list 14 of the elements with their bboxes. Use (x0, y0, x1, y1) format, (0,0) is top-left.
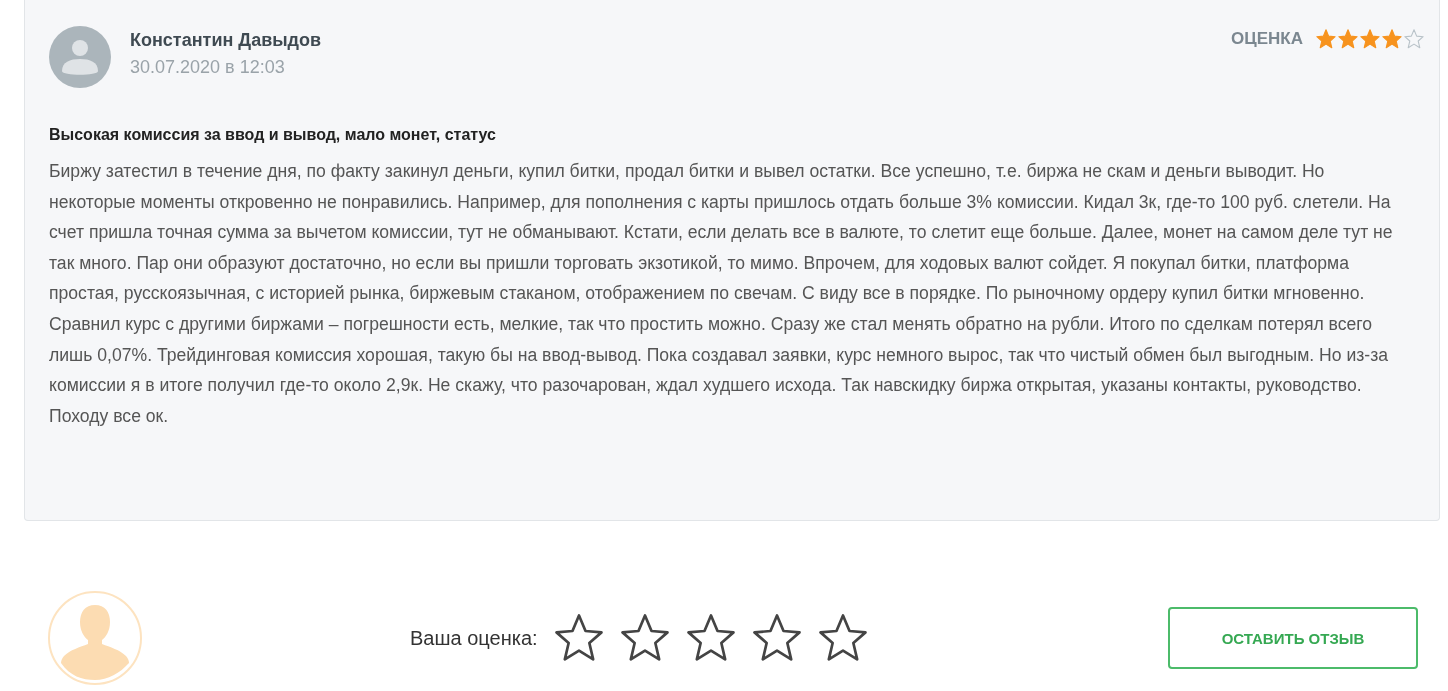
submit-review-button[interactable]: ОСТАВИТЬ ОТЗЫВ (1168, 607, 1418, 669)
avatar-icon (48, 591, 142, 685)
avatar-icon (49, 26, 111, 88)
review-date: 30.07.2020 в 12:03 (130, 57, 286, 78)
star-icon (1403, 28, 1425, 50)
star-icon (1359, 28, 1381, 50)
star-icon (1315, 28, 1337, 50)
star-icon (1337, 28, 1359, 50)
review-title: Высокая комиссия за ввод и вывод, мало монет, статус (49, 126, 497, 144)
rating-label: ОЦЕНКА (1231, 29, 1303, 49)
rating-label: Ваша оценка: (410, 626, 538, 650)
author-name: Константин Давыдов (130, 30, 322, 51)
star-icon (1381, 28, 1403, 50)
review-text: Биржу затестил в течение дня, по факту закинул деньги, купил битки, продал битки и вывел остатки. Все успешно, т.е. биржа не скам и деньги выводит. Но некоторые моменты откровенно не понравились. Например, для пополнения с карты пришлось отдать больше 3% комиссии. Кидал 3к, где-то 100 руб. слетели. На счет пришла точная сумма за вычетом комиссии, тут не обманывают. Кстати, если делать все в валюте, то слетит еще больше. Далее, монет на самом деле тут не так много. Пар они образуют достаточно, но если вы пришли торговать экзотикой, то мимо. Впрочем, для ходовых валют сойдет. Я покупал битки, платформа простая, русскоязычная, с историей рынка, биржевым стаканом, отображением по свечам. С виду все в порядке. По рыночному ордеру купил битки мгновенно. Сравнил курс с другими биржами – погрешности есть, мелкие, так что простить можно. Сразу же стал менять обратно на рубли. Итого по сделкам потерял всего лишь 0,07%. Трейдинговая комиссия хорошая, такую бы на ввод-вывод. Пока создавал заявки, курс немного вырос, так что чистый обмен был выгодным. Но из-за комиссии я в итоге получил где-то около 2,9к. Не скажу, что разочарован, ждал худшего исхода. Так навскидку биржа открытая, указаны контакты, руководство. Походу все ок. (49, 160, 1394, 428)
